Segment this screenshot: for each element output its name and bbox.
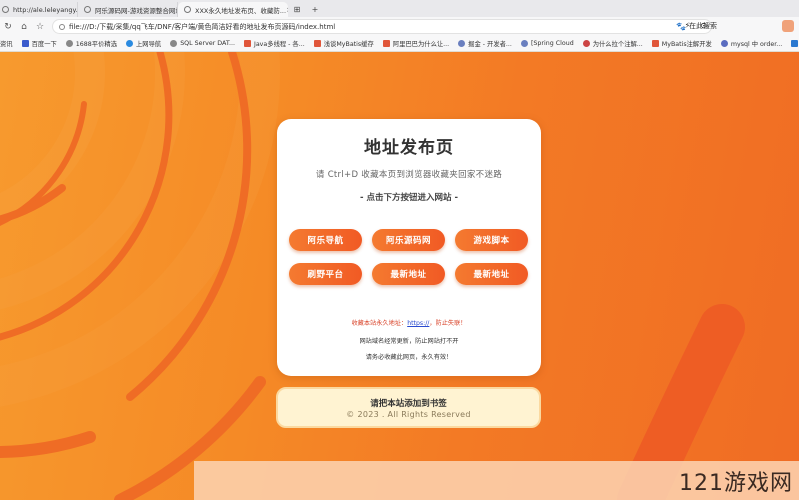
permanent-address-link[interactable]: https:// <box>407 320 429 327</box>
permanent-address-label: 收藏本站永久地址： <box>351 320 408 327</box>
site-icon <box>243 40 251 47</box>
profile-avatar[interactable] <box>782 20 794 32</box>
file-info-icon <box>59 23 65 30</box>
bookmark-label: mysql 中 order... <box>730 41 783 48</box>
browser-tab[interactable]: 阿乐源码网-游戏资源整合网站 <box>78 2 178 17</box>
nav-button-game-script[interactable]: 游戏脚本 <box>455 229 528 251</box>
paw-icon: 🐾 <box>676 21 686 31</box>
bookmark-label: MyBatis注解开发 <box>661 41 712 48</box>
nav-button-ale-source[interactable]: 阿乐源码网 <box>372 229 445 251</box>
bookmark-item[interactable]: 上网导航 <box>126 39 161 48</box>
bookmark-item[interactable]: [Spring Cloud <box>520 40 574 47</box>
bookmark-item[interactable]: 掘金 - 开发者... <box>458 39 512 48</box>
bookmark-label: 百度一下 <box>31 41 57 48</box>
globe-icon <box>126 40 133 47</box>
bookmarks-bar: 资讯 百度一下 1688平价精选 上网导航 SQL Server DAT... … <box>0 36 799 52</box>
tab-title: XXX永久地址发布页、收藏防... <box>195 6 287 15</box>
nav-button-latest-address-2[interactable]: 最新地址 <box>455 263 528 285</box>
footer-title: 请把本站添加到书签 <box>370 399 447 409</box>
watermark-overlay: 121游戏网 <box>194 461 799 500</box>
favorite-star-icon[interactable]: ☆ <box>32 22 48 32</box>
search-placeholder: 在此搜索 <box>688 22 717 30</box>
tab-title: http://ale.leleyangy... <box>13 5 78 14</box>
new-tab-button[interactable]: + <box>306 2 324 17</box>
bookmark-label: 为什么拉个注解... <box>592 41 643 48</box>
arc-stroke <box>0 431 96 458</box>
site-icon <box>720 40 728 47</box>
permanent-address-line: 收藏本站永久地址：https://，防止失联！ <box>277 318 541 327</box>
page-icon <box>184 6 191 13</box>
bookmark-item[interactable]: 阿里巴巴为什么让... <box>382 39 450 48</box>
site-icon <box>458 40 466 47</box>
bookmark-label: SQL Server DAT... <box>180 40 235 47</box>
click-tip: - 点击下方按钮进入网站 - <box>360 193 458 203</box>
bookmark-label: 掘金 - 开发者... <box>468 41 512 48</box>
url-text: file:///D:/下载/采集/qq飞车/DNF/客户端/黄色简洁好看的地址发… <box>69 22 336 31</box>
browser-tab-bar: http://ale.leleyangy... 阿乐源码网-游戏资源整合网站 X… <box>0 0 799 17</box>
bookmark-label: Java多线程 - 各... <box>253 41 305 48</box>
bookmark-item[interactable]: mysql 中 order... <box>720 39 783 48</box>
nav-button-grid: 阿乐导航 阿乐源码网 游戏脚本 刷野平台 最新地址 最新地址 <box>289 229 529 285</box>
bookmark-label: 阿里巴巴为什么让... <box>392 41 450 48</box>
page-icon <box>84 6 91 13</box>
bookmark-label: 1688平价精选 <box>75 41 117 48</box>
baidu-icon <box>21 40 29 47</box>
nav-button-platform[interactable]: 刷野平台 <box>289 263 362 285</box>
bookmark-item[interactable]: 资讯 <box>0 39 13 48</box>
browser-tab[interactable]: http://ale.leleyangy... <box>0 2 78 17</box>
bookmark-instruction: 请 Ctrl+D 收藏本页到浏览器收藏夹回家不迷路 <box>315 170 503 180</box>
permanent-address-suffix: ，防止失联！ <box>429 320 467 327</box>
site-icon <box>520 40 528 47</box>
notice-line-2: 请务必收藏此网页，永久有效！ <box>365 354 453 361</box>
bookmark-item[interactable]: 百度一下 <box>21 39 57 48</box>
notice-line-1: 网站域名经常更新，防止网站打不开 <box>359 338 459 345</box>
nav-button-ale-nav[interactable]: 阿乐导航 <box>289 229 362 251</box>
site-icon <box>791 40 799 47</box>
reload-icon[interactable]: ↻ <box>0 22 16 32</box>
watermark-text: 121游戏网 <box>679 471 793 496</box>
site-icon <box>313 40 321 47</box>
page-background: 地址发布页 请 Ctrl+D 收藏本页到浏览器收藏夹回家不迷路 - 点击下方按钮… <box>0 52 799 500</box>
address-bar[interactable]: file:///D:/下载/采集/qq飞车/DNF/客户端/黄色简洁好看的地址发… <box>52 19 712 34</box>
bookmark-item[interactable]: 为什么拉个注解... <box>582 39 643 48</box>
globe-icon <box>65 40 73 47</box>
address-card: 地址发布页 请 Ctrl+D 收藏本页到浏览器收藏夹回家不迷路 - 点击下方按钮… <box>277 119 541 376</box>
page-icon <box>2 6 9 13</box>
home-icon[interactable]: ⌂ <box>16 22 32 32</box>
bookmark-label: 浅谈MyBatis缓存 <box>323 41 374 48</box>
bookmark-item[interactable]: Java多线程 - 各... <box>243 39 305 48</box>
tab-grid-icon[interactable]: ⊞ <box>288 2 306 17</box>
page-title: 地址发布页 <box>364 138 454 158</box>
bookmark-item[interactable]: 浅谈MyBatis缓存 <box>313 39 374 48</box>
address-row: ↻ ⌂ ☆ file:///D:/下载/采集/qq飞车/DNF/客户端/黄色简洁… <box>0 17 799 36</box>
bookmark-item[interactable]: SQL Server DAT... <box>170 40 235 47</box>
search-box[interactable]: 🐾 在此搜索 <box>676 21 717 31</box>
footer-card: 请把本站添加到书签 © 2023 . All Rights Reserved <box>276 387 541 428</box>
site-icon <box>651 40 659 47</box>
copyright-text: © 2023 . All Rights Reserved <box>346 410 471 419</box>
nav-button-latest-address-1[interactable]: 最新地址 <box>372 263 445 285</box>
bookmark-label: 上网导航 <box>136 41 162 48</box>
bookmark-item[interactable]: MyBatis注解开发 <box>651 39 712 48</box>
bookmark-item[interactable]: 十五分钟用Spri... <box>791 39 799 48</box>
site-icon <box>582 40 590 47</box>
bookmark-label: 资讯 <box>0 41 13 48</box>
tab-title: 阿乐源码网-游戏资源整合网站 <box>95 6 178 15</box>
browser-tab-active[interactable]: XXX永久地址发布页、收藏防... × <box>178 2 288 17</box>
globe-icon <box>170 40 178 47</box>
site-icon <box>382 40 390 47</box>
bookmark-label: [Spring Cloud <box>530 40 574 47</box>
bookmark-item[interactable]: 1688平价精选 <box>65 39 117 48</box>
